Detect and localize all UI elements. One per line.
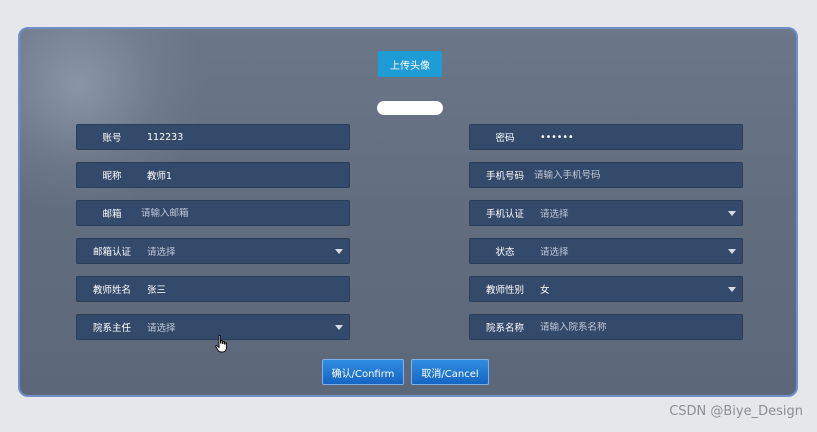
chevron-down-icon[interactable] (728, 210, 736, 216)
phone-verify-label: 手机认证 (485, 209, 524, 220)
status-value[interactable]: 请选择 (540, 244, 728, 258)
email-input[interactable] (141, 207, 349, 219)
upload-avatar-button[interactable]: 上传头像 (378, 51, 442, 77)
status-select[interactable]: 状态 请选择 (469, 238, 743, 264)
password-field[interactable]: 密码 •••••• (469, 124, 743, 150)
account-field[interactable]: 账号 112233 (76, 124, 350, 150)
dept-head-value[interactable]: 请选择 (147, 320, 335, 334)
email-label: 邮箱 (102, 209, 122, 220)
email-field[interactable]: 邮箱 (76, 200, 350, 226)
form-actions: 确认/Confirm 取消/Cancel (20, 359, 796, 385)
status-label: 状态 (495, 247, 515, 258)
cancel-button[interactable]: 取消/Cancel (411, 359, 489, 385)
teacher-gender-value[interactable]: 女 (540, 282, 728, 296)
teacher-gender-select[interactable]: 教师性别 女 (469, 276, 743, 302)
nickname-value[interactable]: 教师1 (147, 168, 349, 182)
edit-form-panel: 上传头像 账号 112233 昵称 教师1 邮箱 邮箱认证 请选择 教师姓名 张… (18, 27, 798, 397)
account-value[interactable]: 112233 (147, 132, 349, 143)
password-label: 密码 (495, 133, 515, 144)
chevron-down-icon[interactable] (335, 324, 343, 330)
phone-input[interactable] (534, 169, 742, 181)
nickname-field[interactable]: 昵称 教师1 (76, 162, 350, 188)
chevron-down-icon[interactable] (728, 286, 736, 292)
dept-name-input[interactable] (540, 321, 742, 333)
dept-name-label: 院系名称 (485, 323, 524, 334)
teacher-gender-label: 教师性别 (485, 285, 524, 296)
phone-field[interactable]: 手机号码 (469, 162, 743, 188)
phone-verify-select[interactable]: 手机认证 请选择 (469, 200, 743, 226)
dept-head-label: 院系主任 (92, 323, 131, 334)
phone-verify-value[interactable]: 请选择 (540, 206, 728, 220)
email-verify-value[interactable]: 请选择 (147, 244, 335, 258)
watermark: CSDN @Biye_Design (669, 404, 803, 419)
email-verify-label: 邮箱认证 (92, 247, 131, 258)
account-label: 账号 (102, 133, 122, 144)
password-value[interactable]: •••••• (540, 132, 742, 143)
nickname-label: 昵称 (102, 171, 122, 182)
avatar-preview (377, 101, 443, 115)
chevron-down-icon[interactable] (728, 248, 736, 254)
teacher-name-field[interactable]: 教师姓名 张三 (76, 276, 350, 302)
confirm-button[interactable]: 确认/Confirm (322, 359, 404, 385)
teacher-name-value[interactable]: 张三 (147, 282, 349, 296)
dept-name-field[interactable]: 院系名称 (469, 314, 743, 340)
teacher-name-label: 教师姓名 (92, 285, 131, 296)
phone-label: 手机号码 (485, 171, 524, 182)
hand-cursor-icon (215, 335, 227, 353)
dept-head-select[interactable]: 院系主任 请选择 (76, 314, 350, 340)
email-verify-select[interactable]: 邮箱认证 请选择 (76, 238, 350, 264)
chevron-down-icon[interactable] (335, 248, 343, 254)
